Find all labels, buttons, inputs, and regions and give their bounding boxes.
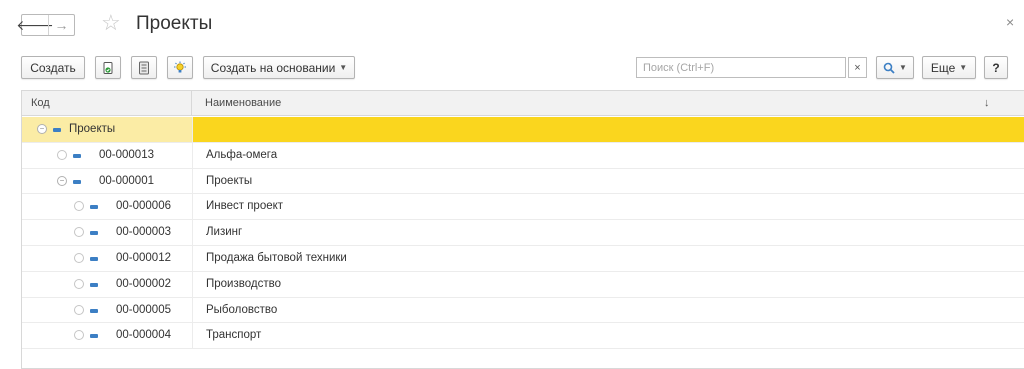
- code-cell[interactable]: 00-000005: [22, 298, 192, 323]
- code-cell[interactable]: 00-000013: [22, 143, 192, 168]
- tree-leaf-icon: [57, 149, 67, 160]
- tree-leaf-icon: [74, 227, 84, 238]
- item-dash-icon: [90, 282, 98, 287]
- name-cell[interactable]: Производство: [192, 271, 1024, 297]
- table-row[interactable]: 00-000002 Производство: [22, 271, 1024, 298]
- code-text: 00-000001: [99, 174, 154, 187]
- search-button[interactable]: ▼: [876, 56, 914, 79]
- name-text: Рыболовство: [206, 303, 278, 316]
- forward-arrow-icon[interactable]: →: [48, 15, 74, 35]
- sort-down-icon[interactable]: ↓: [984, 91, 990, 116]
- item-dash-icon: [90, 334, 98, 339]
- code-cell[interactable]: 00-000012: [22, 246, 192, 271]
- chevron-down-icon: ▼: [959, 63, 968, 72]
- name-cell[interactable]: Продажа бытовой техники: [192, 246, 1024, 271]
- code-text: 00-000006: [116, 200, 171, 213]
- bulb-button[interactable]: [167, 56, 193, 79]
- page-title: Проекты: [136, 13, 213, 34]
- copy-item-icon: [103, 61, 113, 74]
- chevron-down-icon: ▼: [899, 63, 907, 72]
- list-button[interactable]: [131, 56, 157, 79]
- name-text: Продажа бытовой техники: [206, 252, 347, 264]
- help-button[interactable]: ?: [984, 56, 1008, 79]
- star-icon[interactable]: ☆: [101, 11, 121, 35]
- name-text: Проекты: [206, 174, 253, 187]
- create-based-on-button[interactable]: Создать на основании ▼: [203, 56, 355, 79]
- clear-icon[interactable]: ×: [848, 57, 867, 78]
- code-text: 00-000004: [116, 329, 171, 342]
- search-input[interactable]: Поиск (Ctrl+F): [636, 57, 846, 78]
- name-text: Транспорт: [206, 329, 262, 342]
- back-arrow-icon[interactable]: 🡐: [16, 15, 54, 35]
- name-cell[interactable]: Альфа-омега: [192, 142, 1024, 168]
- tree-leaf-icon: [74, 278, 84, 289]
- item-dash-icon: [73, 179, 81, 184]
- code-text: Проекты: [69, 123, 116, 135]
- column-header-name[interactable]: Наименование: [205, 91, 281, 116]
- column-divider[interactable]: [191, 91, 192, 116]
- table-row[interactable]: 00-000012 Продажа бытовой техники: [22, 246, 1024, 272]
- name-text: Производство: [206, 277, 281, 290]
- item-dash-icon: [90, 231, 98, 236]
- tree-leaf-icon: [74, 304, 84, 315]
- name-cell[interactable]: Инвест проект: [192, 194, 1024, 220]
- code-text: 00-000013: [99, 148, 154, 161]
- name-text: Лизинг: [206, 226, 243, 239]
- tree-collapse-icon[interactable]: −: [37, 124, 47, 134]
- close-icon[interactable]: ×: [1006, 14, 1014, 30]
- table-row[interactable]: − Проекты: [22, 117, 1024, 143]
- tree-collapse-icon[interactable]: −: [57, 175, 67, 186]
- table-header: Код Наименование ↓: [22, 91, 1024, 116]
- more-button[interactable]: Еще ▼: [922, 56, 976, 79]
- copy-item-button[interactable]: [95, 56, 121, 79]
- column-header-code[interactable]: Код: [31, 91, 50, 116]
- code-cell[interactable]: − 00-000001: [22, 169, 192, 194]
- list-icon: [139, 61, 149, 74]
- search-placeholder: Поиск (Ctrl+F): [643, 61, 715, 74]
- item-dash-icon: [90, 308, 98, 313]
- tree-leaf-icon: [74, 330, 84, 341]
- item-dash-icon: [90, 257, 98, 261]
- name-text: Инвест проект: [206, 200, 284, 213]
- code-text: 00-000002: [116, 277, 171, 290]
- code-cell[interactable]: 00-000004: [22, 323, 192, 348]
- help-button-label: ?: [992, 60, 1000, 75]
- bulb-icon: [174, 61, 186, 72]
- code-cell[interactable]: 00-000002: [22, 272, 192, 297]
- code-cell[interactable]: − Проекты: [22, 117, 192, 142]
- code-text: 00-000003: [116, 226, 171, 239]
- name-cell[interactable]: Лизинг: [192, 220, 1024, 245]
- more-button-label: Еще: [930, 60, 956, 75]
- code-cell[interactable]: 00-000006: [22, 194, 192, 219]
- code-text: 00-000012: [116, 252, 171, 264]
- command-toolbar: Создать Создать на основании ▼ Поиск (Ct…: [0, 56, 1024, 80]
- search-icon: [883, 62, 895, 74]
- table-row[interactable]: 00-000004 Транспорт: [22, 323, 1024, 350]
- name-cell[interactable]: Рыболовство: [192, 297, 1024, 323]
- name-cell[interactable]: [192, 117, 1024, 142]
- name-text: Альфа-омега: [206, 148, 278, 161]
- table-row[interactable]: − 00-000001 Проекты: [22, 168, 1024, 195]
- table-row[interactable]: 00-000005 Рыболовство: [22, 297, 1024, 324]
- window-titlebar: 🡐 → ☆ Проекты ×: [0, 0, 1024, 46]
- table-row[interactable]: 00-000006 Инвест проект: [22, 194, 1024, 221]
- chevron-down-icon: ▼: [339, 63, 348, 72]
- code-text: 00-000005: [116, 303, 171, 316]
- name-cell[interactable]: Транспорт: [192, 323, 1024, 349]
- tree-leaf-icon: [74, 253, 84, 263]
- item-dash-icon: [53, 128, 61, 132]
- create-button-label: Создать: [30, 60, 76, 75]
- navigation-buttons: 🡐 →: [16, 14, 75, 36]
- table-row[interactable]: 00-000003 Лизинг: [22, 220, 1024, 246]
- tree-leaf-icon: [74, 201, 84, 212]
- table-row[interactable]: 00-000013 Альфа-омега: [22, 142, 1024, 169]
- create-button[interactable]: Создать: [21, 56, 85, 79]
- name-cell[interactable]: Проекты: [192, 168, 1024, 194]
- tree-table: Код Наименование ↓ − Проекты 00-000013 Альф…: [21, 90, 1024, 369]
- code-cell[interactable]: 00-000003: [22, 220, 192, 245]
- create-based-on-label: Создать на основании: [210, 60, 336, 75]
- item-dash-icon: [90, 205, 98, 210]
- item-dash-icon: [73, 153, 81, 158]
